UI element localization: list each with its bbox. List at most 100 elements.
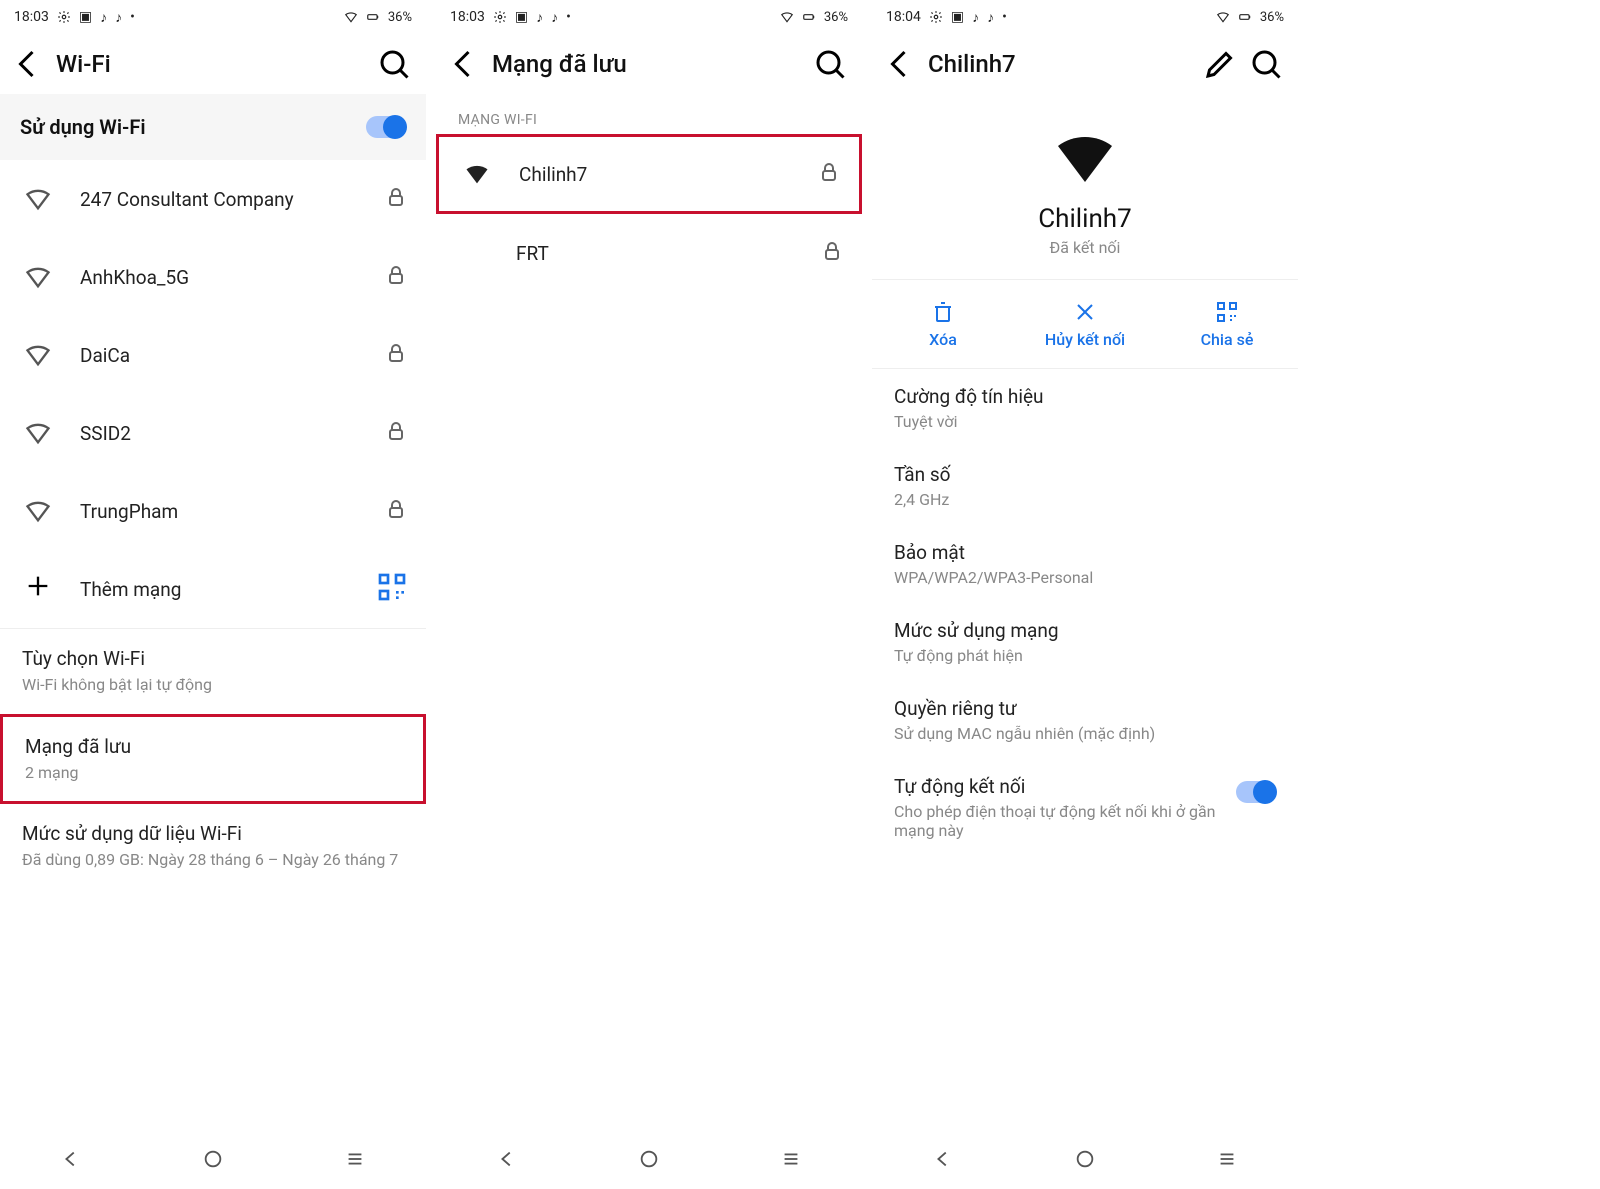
frequency-row[interactable]: Tần số 2,4 GHz bbox=[872, 447, 1298, 525]
wifi-signal-icon bbox=[460, 239, 488, 267]
wifi-signal-icon bbox=[24, 263, 52, 291]
gear-icon bbox=[57, 10, 71, 24]
wifi-signal-icon bbox=[24, 341, 52, 369]
network-usage-row[interactable]: Mức sử dụng mạng Tự động phát hiện bbox=[872, 603, 1298, 681]
saved-network-row[interactable]: Chilinh7 bbox=[436, 134, 862, 214]
back-button[interactable] bbox=[446, 46, 482, 82]
nav-recent[interactable] bbox=[1216, 1148, 1238, 1174]
detail-title: Quyền riêng tư bbox=[894, 697, 1276, 720]
status-bar: 18:03 ▣ ♪ ♪ • 36% bbox=[0, 0, 426, 34]
saved-network-row[interactable]: FRT bbox=[436, 214, 862, 292]
nav-bar bbox=[436, 1133, 862, 1189]
battery-icon bbox=[1238, 10, 1252, 24]
status-app-icon: ♪ bbox=[551, 9, 558, 26]
status-time: 18:03 bbox=[14, 9, 49, 25]
nav-bar bbox=[0, 1133, 426, 1189]
lock-icon bbox=[384, 419, 408, 447]
back-button[interactable] bbox=[882, 46, 918, 82]
lock-icon bbox=[817, 160, 841, 188]
screen-network-detail: 18:04 ▣ ♪ ♪ • 36% Chilinh7 Chilinh7 Đã k… bbox=[872, 0, 1298, 1189]
share-button[interactable]: Chia sẻ bbox=[1156, 280, 1298, 368]
wifi-signal-large-icon bbox=[1049, 122, 1121, 194]
detail-value: Tự động phát hiện bbox=[894, 646, 1276, 665]
use-wifi-row[interactable]: Sử dụng Wi-Fi bbox=[0, 94, 426, 160]
detail-value: WPA/WPA2/WPA3-Personal bbox=[894, 568, 1276, 587]
status-app-icon: ▣ bbox=[79, 9, 92, 25]
status-more-icon: • bbox=[1002, 9, 1007, 25]
nav-back[interactable] bbox=[932, 1148, 954, 1174]
header: Chilinh7 bbox=[872, 34, 1298, 94]
lock-icon bbox=[820, 239, 844, 267]
qr-scan-button[interactable] bbox=[376, 571, 408, 607]
page-title: Mạng đã lưu bbox=[492, 50, 802, 78]
search-button[interactable] bbox=[812, 46, 848, 82]
detail-title: Bảo mật bbox=[894, 541, 1276, 564]
nav-home[interactable] bbox=[202, 1148, 224, 1174]
back-button[interactable] bbox=[10, 46, 46, 82]
network-status: Đã kết nối bbox=[1050, 238, 1121, 257]
gear-icon bbox=[929, 10, 943, 24]
status-time: 18:03 bbox=[450, 9, 485, 25]
nav-recent[interactable] bbox=[344, 1148, 366, 1174]
option-subtitle: Đã dùng 0,89 GB: Ngày 28 tháng 6 – Ngày … bbox=[22, 849, 404, 871]
action-label: Hủy kết nối bbox=[1045, 330, 1125, 349]
nav-back[interactable] bbox=[496, 1148, 518, 1174]
privacy-row[interactable]: Quyền riêng tư Sử dụng MAC ngẫu nhiên (m… bbox=[872, 681, 1298, 759]
detail-title: Tự động kết nối bbox=[894, 775, 1224, 798]
wifi-network-row[interactable]: AnhKhoa_5G bbox=[0, 238, 426, 316]
action-bar: Xóa Hủy kết nối Chia sẻ bbox=[872, 279, 1298, 369]
add-network-row[interactable]: Thêm mạng bbox=[0, 550, 426, 628]
wifi-network-row[interactable]: 247 Consultant Company bbox=[0, 160, 426, 238]
wifi-network-row[interactable]: TrungPham bbox=[0, 472, 426, 550]
wifi-preferences-row[interactable]: Tùy chọn Wi-Fi Wi-Fi không bật lại tự độ… bbox=[0, 629, 426, 714]
wifi-name: FRT bbox=[516, 242, 792, 265]
status-app-icon: ♪ bbox=[100, 9, 107, 26]
nav-back[interactable] bbox=[60, 1148, 82, 1174]
status-app-icon: ♪ bbox=[536, 9, 543, 26]
signal-strength-row[interactable]: Cường độ tín hiệu Tuyệt vời bbox=[872, 369, 1298, 447]
status-app-icon: ▣ bbox=[951, 9, 964, 25]
plus-icon bbox=[24, 572, 52, 607]
lock-icon bbox=[384, 497, 408, 525]
auto-connect-toggle[interactable] bbox=[1236, 781, 1276, 803]
status-app-icon: ▣ bbox=[515, 9, 528, 25]
network-header: Chilinh7 Đã kết nối bbox=[872, 94, 1298, 279]
use-wifi-toggle[interactable] bbox=[366, 116, 406, 138]
auto-connect-row[interactable]: Tự động kết nối Cho phép điện thoại tự đ… bbox=[872, 759, 1298, 856]
option-title: Mạng đã lưu bbox=[25, 735, 401, 758]
wifi-signal-icon bbox=[24, 419, 52, 447]
detail-title: Mức sử dụng mạng bbox=[894, 619, 1276, 642]
search-button[interactable] bbox=[1248, 46, 1284, 82]
network-name: Chilinh7 bbox=[1038, 204, 1132, 234]
wifi-name: DaiCa bbox=[80, 344, 356, 367]
battery-percent: 36% bbox=[824, 10, 848, 25]
wifi-network-row[interactable]: DaiCa bbox=[0, 316, 426, 394]
header: Wi-Fi bbox=[0, 34, 426, 94]
nav-home[interactable] bbox=[1074, 1148, 1096, 1174]
status-app-icon: ♪ bbox=[972, 9, 979, 26]
detail-title: Cường độ tín hiệu bbox=[894, 385, 1276, 408]
detail-title: Tần số bbox=[894, 463, 1276, 486]
detail-value: 2,4 GHz bbox=[894, 490, 1276, 509]
gear-icon bbox=[493, 10, 507, 24]
status-app-icon: ♪ bbox=[115, 9, 122, 26]
nav-bar bbox=[872, 1133, 1298, 1189]
wifi-status-icon bbox=[344, 10, 358, 24]
wifi-signal-icon bbox=[24, 497, 52, 525]
disconnect-button[interactable]: Hủy kết nối bbox=[1014, 280, 1156, 368]
section-label: MẠNG WI-FI bbox=[436, 94, 862, 134]
page-title: Chilinh7 bbox=[928, 50, 1192, 78]
option-title: Tùy chọn Wi-Fi bbox=[22, 647, 404, 670]
security-row[interactable]: Bảo mật WPA/WPA2/WPA3-Personal bbox=[872, 525, 1298, 603]
screen-wifi-list: 18:03 ▣ ♪ ♪ • 36% Wi-Fi Sử dụng Wi-Fi 24… bbox=[0, 0, 426, 1189]
nav-home[interactable] bbox=[638, 1148, 660, 1174]
saved-networks-row[interactable]: Mạng đã lưu 2 mạng bbox=[0, 714, 426, 805]
status-time: 18:04 bbox=[886, 9, 921, 25]
edit-button[interactable] bbox=[1202, 46, 1238, 82]
forget-button[interactable]: Xóa bbox=[872, 280, 1014, 368]
wifi-name: Chilinh7 bbox=[519, 163, 789, 186]
nav-recent[interactable] bbox=[780, 1148, 802, 1174]
search-button[interactable] bbox=[376, 46, 412, 82]
wifi-data-usage-row[interactable]: Mức sử dụng dữ liệu Wi-Fi Đã dùng 0,89 G… bbox=[0, 804, 426, 889]
wifi-network-row[interactable]: SSID2 bbox=[0, 394, 426, 472]
